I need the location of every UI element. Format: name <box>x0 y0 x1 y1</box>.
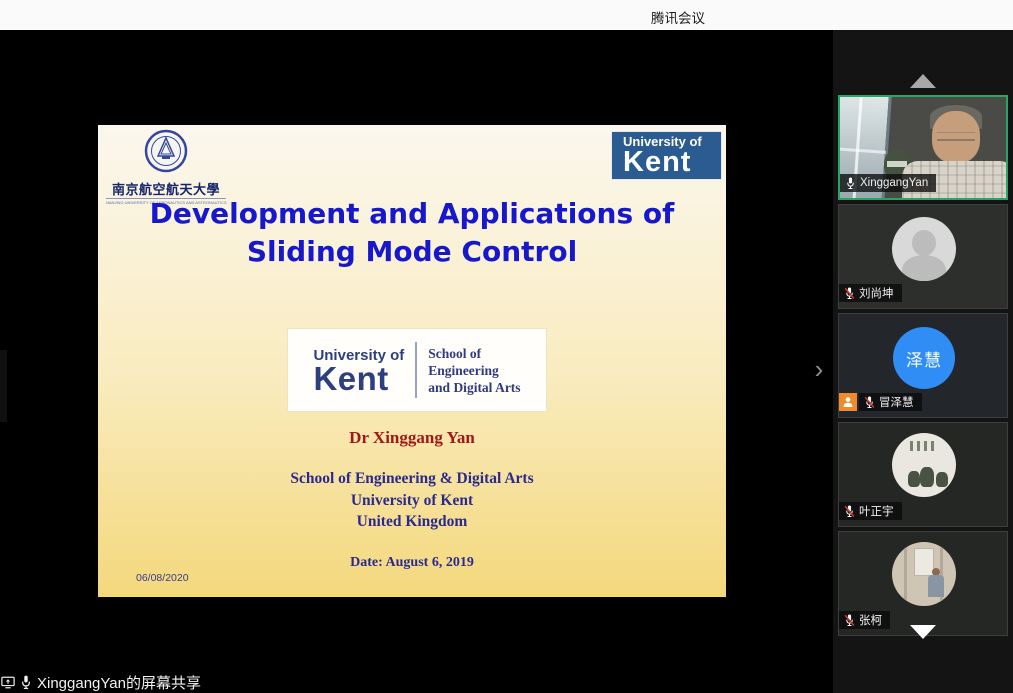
avatar-silhouette <box>902 255 946 281</box>
kent-school-logo-box: University of Kent School of Engineering… <box>288 329 546 411</box>
date-line: Date: August 6, 2019 <box>98 555 726 571</box>
chevron-up-icon <box>910 74 936 88</box>
avatar-photo-detail <box>920 467 934 487</box>
name-bar: 刘尚坤 <box>839 284 902 302</box>
avatar-photo-detail <box>910 441 938 451</box>
participant-name-label: 刘尚坤 <box>839 284 902 302</box>
participant-thumbnail[interactable]: XinggangYan <box>838 95 1008 200</box>
participant-name: 刘尚坤 <box>859 285 894 301</box>
kent-logo: University of Kent <box>611 131 722 180</box>
avatar-photo-detail <box>914 548 934 576</box>
avatar <box>892 433 956 497</box>
slide-title: Development and Applications of Sliding … <box>98 195 726 271</box>
screen-share-icon <box>1 676 15 689</box>
participant-thumbnail[interactable]: 刘尚坤 <box>838 204 1008 309</box>
affiliation-line2: University of Kent <box>98 492 726 510</box>
participants-sidebar: XinggangYan 刘尚坤 <box>833 30 1013 693</box>
nuaa-logo: 南京航空航天大學 NANJING UNIVERSITY OF AERONAUTI… <box>106 129 226 205</box>
nuaa-emblem-icon <box>144 129 188 173</box>
name-bar: XinggangYan <box>840 174 936 192</box>
kent-school-logo-right: School of Engineering and Digital Arts <box>428 345 520 396</box>
chevron-right-icon: › <box>815 354 824 385</box>
avatar-initials: 泽慧 <box>906 346 942 371</box>
presenter-name: Dr Xinggang Yan <box>98 428 726 448</box>
slide-footer-date: 06/08/2020 <box>136 572 189 584</box>
participant-name: 叶正宇 <box>859 503 894 519</box>
avatar-photo-detail <box>936 472 948 487</box>
name-bar: 叶正宇 <box>839 502 902 520</box>
school-line2: Engineering <box>428 362 520 379</box>
sidebar-collapse-button[interactable]: › <box>806 346 832 392</box>
avatar-photo-detail <box>908 471 920 487</box>
avatar-silhouette <box>912 230 936 256</box>
avatar <box>892 542 956 606</box>
chevron-down-icon <box>910 625 936 639</box>
avatar <box>892 217 956 281</box>
microphone-muted-icon <box>864 395 875 409</box>
microphone-on-icon <box>845 176 856 190</box>
video-person-glasses <box>937 132 975 141</box>
participant-name: 冒泽慧 <box>879 394 914 410</box>
participant-thumbnail[interactable]: 泽慧 冒泽慧 <box>838 313 1008 418</box>
microphone-muted-icon <box>844 504 855 518</box>
person-icon <box>842 396 854 408</box>
window-title-bar: 腾讯会议 <box>0 0 1013 30</box>
avatar-photo-detail <box>904 542 907 606</box>
microphone-muted-icon <box>844 286 855 300</box>
presentation-slide: 南京航空航天大學 NANJING UNIVERSITY OF AERONAUTI… <box>98 125 726 597</box>
scroll-down-button[interactable] <box>833 625 1013 645</box>
app-title: 腾讯会议 <box>651 7 705 27</box>
presenter-badge-icon <box>839 393 857 411</box>
left-edge-panel <box>0 350 7 422</box>
logo-divider <box>415 342 417 398</box>
screen-share-status-label: XinggangYan的屏幕共享 <box>37 672 201 693</box>
scroll-up-button[interactable] <box>833 70 1013 92</box>
slide-title-line2: Sliding Mode Control <box>98 233 726 271</box>
school-line1: School of <box>428 345 520 362</box>
avatar: 泽慧 <box>893 327 955 389</box>
participant-name-label: 冒泽慧 <box>859 393 922 411</box>
kent-logo-name: Kent <box>623 149 721 176</box>
microphone-icon <box>20 674 32 690</box>
slide-title-line1: Development and Applications of <box>98 195 726 233</box>
status-bar: XinggangYan的屏幕共享 <box>0 671 201 693</box>
participant-thumbnail[interactable]: 叶正宇 <box>838 422 1008 527</box>
participant-name: XinggangYan <box>860 177 928 189</box>
affiliation-line1: School of Engineering & Digital Arts <box>98 470 726 488</box>
kent-school-logo-left: University of Kent <box>313 347 404 393</box>
participant-thumbnail[interactable]: 张柯 <box>838 531 1008 636</box>
name-bar: 冒泽慧 <box>839 393 922 411</box>
avatar-photo-detail <box>928 575 944 597</box>
deptbox-kent: Kent <box>313 364 404 393</box>
participant-name-label: XinggangYan <box>840 174 936 192</box>
affiliation-line3: United Kingdom <box>98 513 726 531</box>
shared-screen-area: 南京航空航天大學 NANJING UNIVERSITY OF AERONAUTI… <box>0 30 833 693</box>
meeting-window: 腾讯会议 南京航空航天大學 NANJING UNIVERSITY OF AERO… <box>0 0 1013 693</box>
school-line3: and Digital Arts <box>428 379 520 396</box>
participant-name-label: 叶正宇 <box>839 502 902 520</box>
